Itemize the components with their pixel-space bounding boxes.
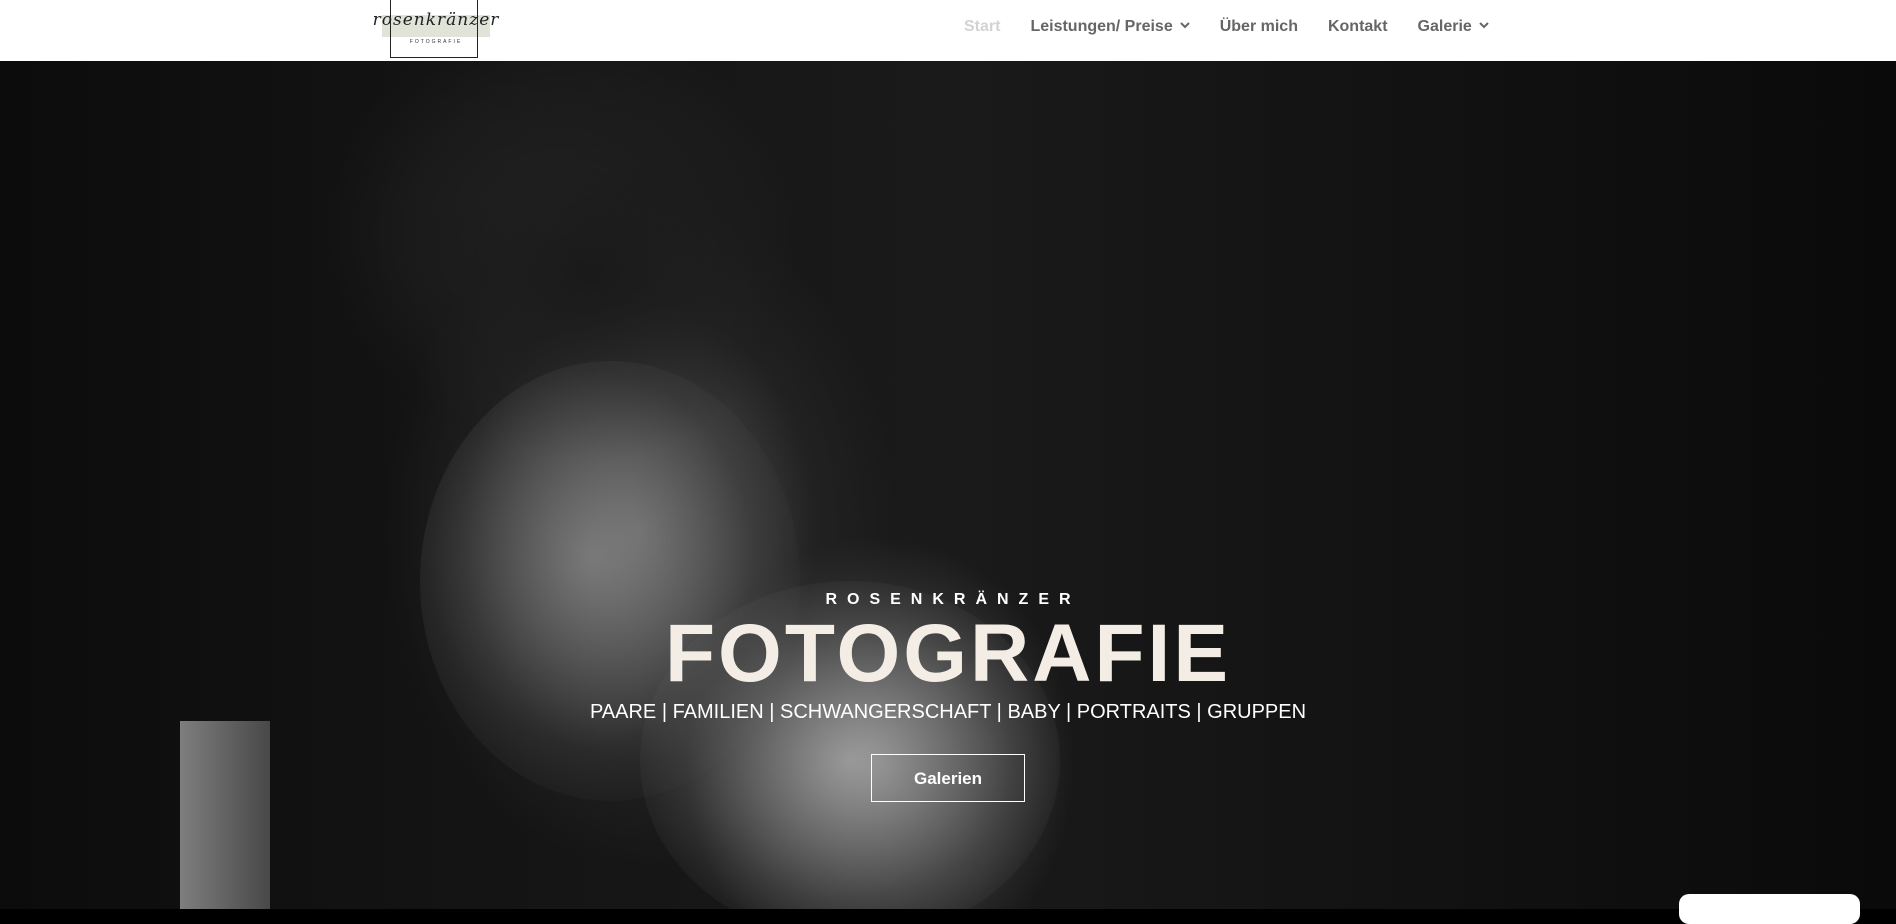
nav-item-leistungen-preise[interactable]: Leistungen/ Preise	[1030, 18, 1190, 36]
logo-sub-text: FOTOGRAFIE	[409, 39, 463, 45]
nav-item-start[interactable]: Start	[964, 18, 1000, 36]
floating-widget[interactable]	[1679, 894, 1860, 924]
galerien-button[interactable]: Galerien	[871, 754, 1025, 802]
site-logo[interactable]: rosenkränzer FOTOGRAFIE	[365, 0, 507, 61]
nav-item-label: Leistungen/ Preise	[1030, 18, 1173, 35]
chevron-down-icon	[1479, 20, 1489, 32]
main-nav: Start Leistungen/ Preise Über mich Konta…	[964, 18, 1519, 36]
nav-item-label: Kontakt	[1327, 18, 1388, 35]
hero-headline: FOTOGRAFIE	[664, 608, 1232, 699]
nav-item-label: Galerie	[1417, 18, 1472, 35]
site-header: rosenkränzer FOTOGRAFIE Start Leistungen…	[0, 0, 1896, 61]
logo-script-text: rosenkränzer	[372, 10, 500, 30]
nav-item-kontakt[interactable]: Kontakt	[1328, 18, 1388, 36]
hero-content: ROSENKRÄNZER FOTOGRAFIE PAARE | FAMILIEN…	[0, 591, 1896, 802]
hero-eyebrow: ROSENKRÄNZER	[825, 591, 1081, 608]
nav-item-ueber-mich[interactable]: Über mich	[1220, 18, 1298, 36]
nav-item-galerie[interactable]: Galerie	[1418, 18, 1489, 36]
hero-section: ROSENKRÄNZER FOTOGRAFIE PAARE | FAMILIEN…	[0, 61, 1896, 909]
hero-subline: PAARE | FAMILIEN | SCHWANGERSCHAFT | BAB…	[589, 701, 1307, 723]
nav-item-label: Start	[964, 18, 1001, 35]
nav-item-label: Über mich	[1219, 18, 1298, 35]
chevron-down-icon	[1180, 20, 1190, 32]
